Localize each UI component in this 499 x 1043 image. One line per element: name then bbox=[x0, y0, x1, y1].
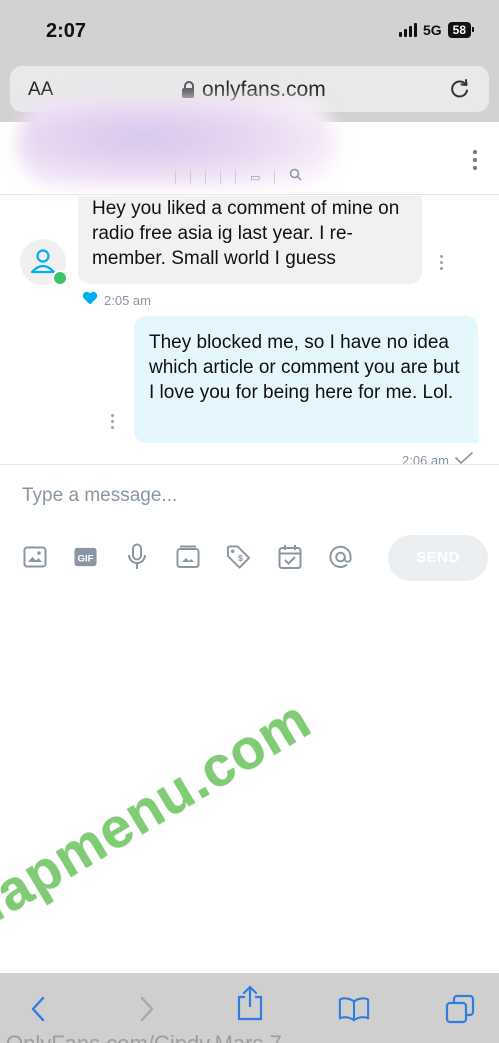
message-options-icon[interactable] bbox=[111, 414, 114, 429]
status-time: 2:07 bbox=[46, 20, 87, 42]
battery-icon: 58 bbox=[447, 22, 475, 38]
text-size-button[interactable]: AA bbox=[28, 79, 53, 101]
send-button[interactable]: SEND bbox=[388, 535, 488, 581]
reload-icon[interactable] bbox=[449, 76, 471, 105]
more-options-icon[interactable] bbox=[473, 150, 477, 170]
message-options-icon[interactable] bbox=[440, 255, 443, 270]
composer-toolbar: GIF $ bbox=[22, 541, 353, 573]
message-text: Hey you liked a comment of mine on radio… bbox=[92, 198, 400, 269]
composer-divider bbox=[0, 464, 499, 465]
image-icon[interactable] bbox=[22, 541, 47, 573]
message-bubble-incoming[interactable]: Hey you liked a comment of mine on radio… bbox=[78, 196, 422, 284]
bookmarks-icon[interactable] bbox=[338, 993, 370, 1025]
forward-icon[interactable] bbox=[131, 993, 163, 1025]
search-icon[interactable] bbox=[289, 168, 302, 186]
svg-text:$: $ bbox=[238, 553, 243, 563]
online-status-dot bbox=[52, 270, 68, 286]
price-tag-icon[interactable]: $ bbox=[226, 541, 251, 573]
heart-icon[interactable] bbox=[82, 291, 98, 310]
mention-icon[interactable] bbox=[328, 541, 353, 573]
microphone-icon[interactable] bbox=[124, 541, 149, 573]
svg-text:GIF: GIF bbox=[77, 553, 93, 564]
back-icon[interactable] bbox=[22, 993, 54, 1025]
chat-header: ▭ bbox=[0, 98, 499, 195]
gif-icon[interactable]: GIF bbox=[73, 541, 98, 573]
message-meta: 2:06 am bbox=[402, 451, 473, 469]
calendar-icon[interactable] bbox=[277, 541, 302, 573]
tabs-icon[interactable] bbox=[444, 993, 476, 1025]
network-label: 5G bbox=[422, 22, 442, 38]
message-bubble-outgoing[interactable]: They blocked me, so I have no idea which… bbox=[134, 316, 478, 443]
lock-icon bbox=[182, 81, 194, 98]
message-input[interactable] bbox=[20, 480, 464, 512]
message-time: 2:05 am bbox=[104, 293, 151, 308]
message-meta: 2:05 am bbox=[82, 291, 151, 310]
status-indicators: 5G 58 bbox=[398, 22, 475, 38]
checkmark-icon bbox=[455, 451, 473, 469]
signal-icon bbox=[398, 23, 417, 37]
image-filter-icon[interactable]: ▭ bbox=[250, 171, 260, 184]
message-text: They blocked me, so I have no idea which… bbox=[149, 332, 460, 403]
header-tools: ▭ bbox=[175, 168, 302, 186]
status-bar: 2:07 5G 58 bbox=[0, 0, 499, 62]
bottom-url-text: OnlyFans.com/Cindy.Mars.7 bbox=[6, 1031, 282, 1043]
share-icon[interactable] bbox=[234, 985, 266, 1021]
message-time: 2:06 am bbox=[402, 452, 449, 468]
watermark: fapmenu.com bbox=[0, 686, 321, 935]
browser-bottom-bar: OnlyFans.com/Cindy.Mars.7 bbox=[0, 973, 499, 1043]
vault-icon[interactable] bbox=[175, 541, 200, 573]
